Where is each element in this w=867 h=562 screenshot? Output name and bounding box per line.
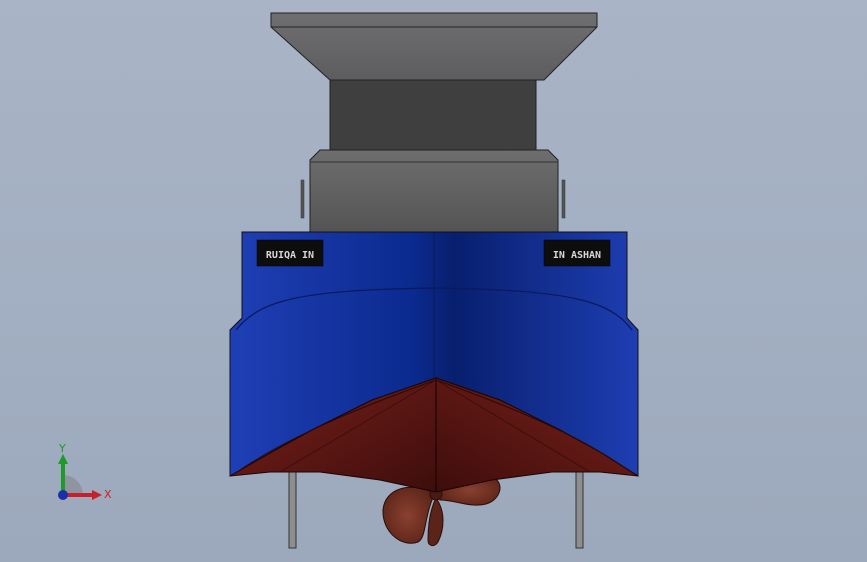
upper-deck-top — [270, 12, 598, 81]
coordinate-triad: Y X — [58, 442, 112, 501]
cabin-right-rail — [561, 179, 566, 219]
name-plate-left-text: RUIQA IN — [266, 250, 314, 261]
x-axis-label: X — [104, 488, 112, 501]
z-axis-dot — [58, 490, 68, 500]
skeg-left — [288, 461, 297, 549]
ship-model-view[interactable]: RUIQA IN IN ASHAN — [0, 0, 867, 562]
x-axis-arrow — [92, 490, 102, 500]
graphics-viewport[interactable]: RUIQA IN IN ASHAN Y X — [0, 0, 867, 562]
propeller-blade-left — [382, 486, 433, 544]
wheelhouse-block — [329, 79, 537, 151]
cabin-left-rail — [300, 179, 305, 219]
y-axis-arrow — [58, 454, 68, 464]
skeg-right — [575, 461, 584, 549]
name-plate-left: RUIQA IN — [256, 239, 324, 267]
y-axis-label: Y — [58, 442, 66, 455]
name-plate-right: IN ASHAN — [543, 239, 611, 267]
name-plate-right-text: IN ASHAN — [553, 250, 601, 261]
